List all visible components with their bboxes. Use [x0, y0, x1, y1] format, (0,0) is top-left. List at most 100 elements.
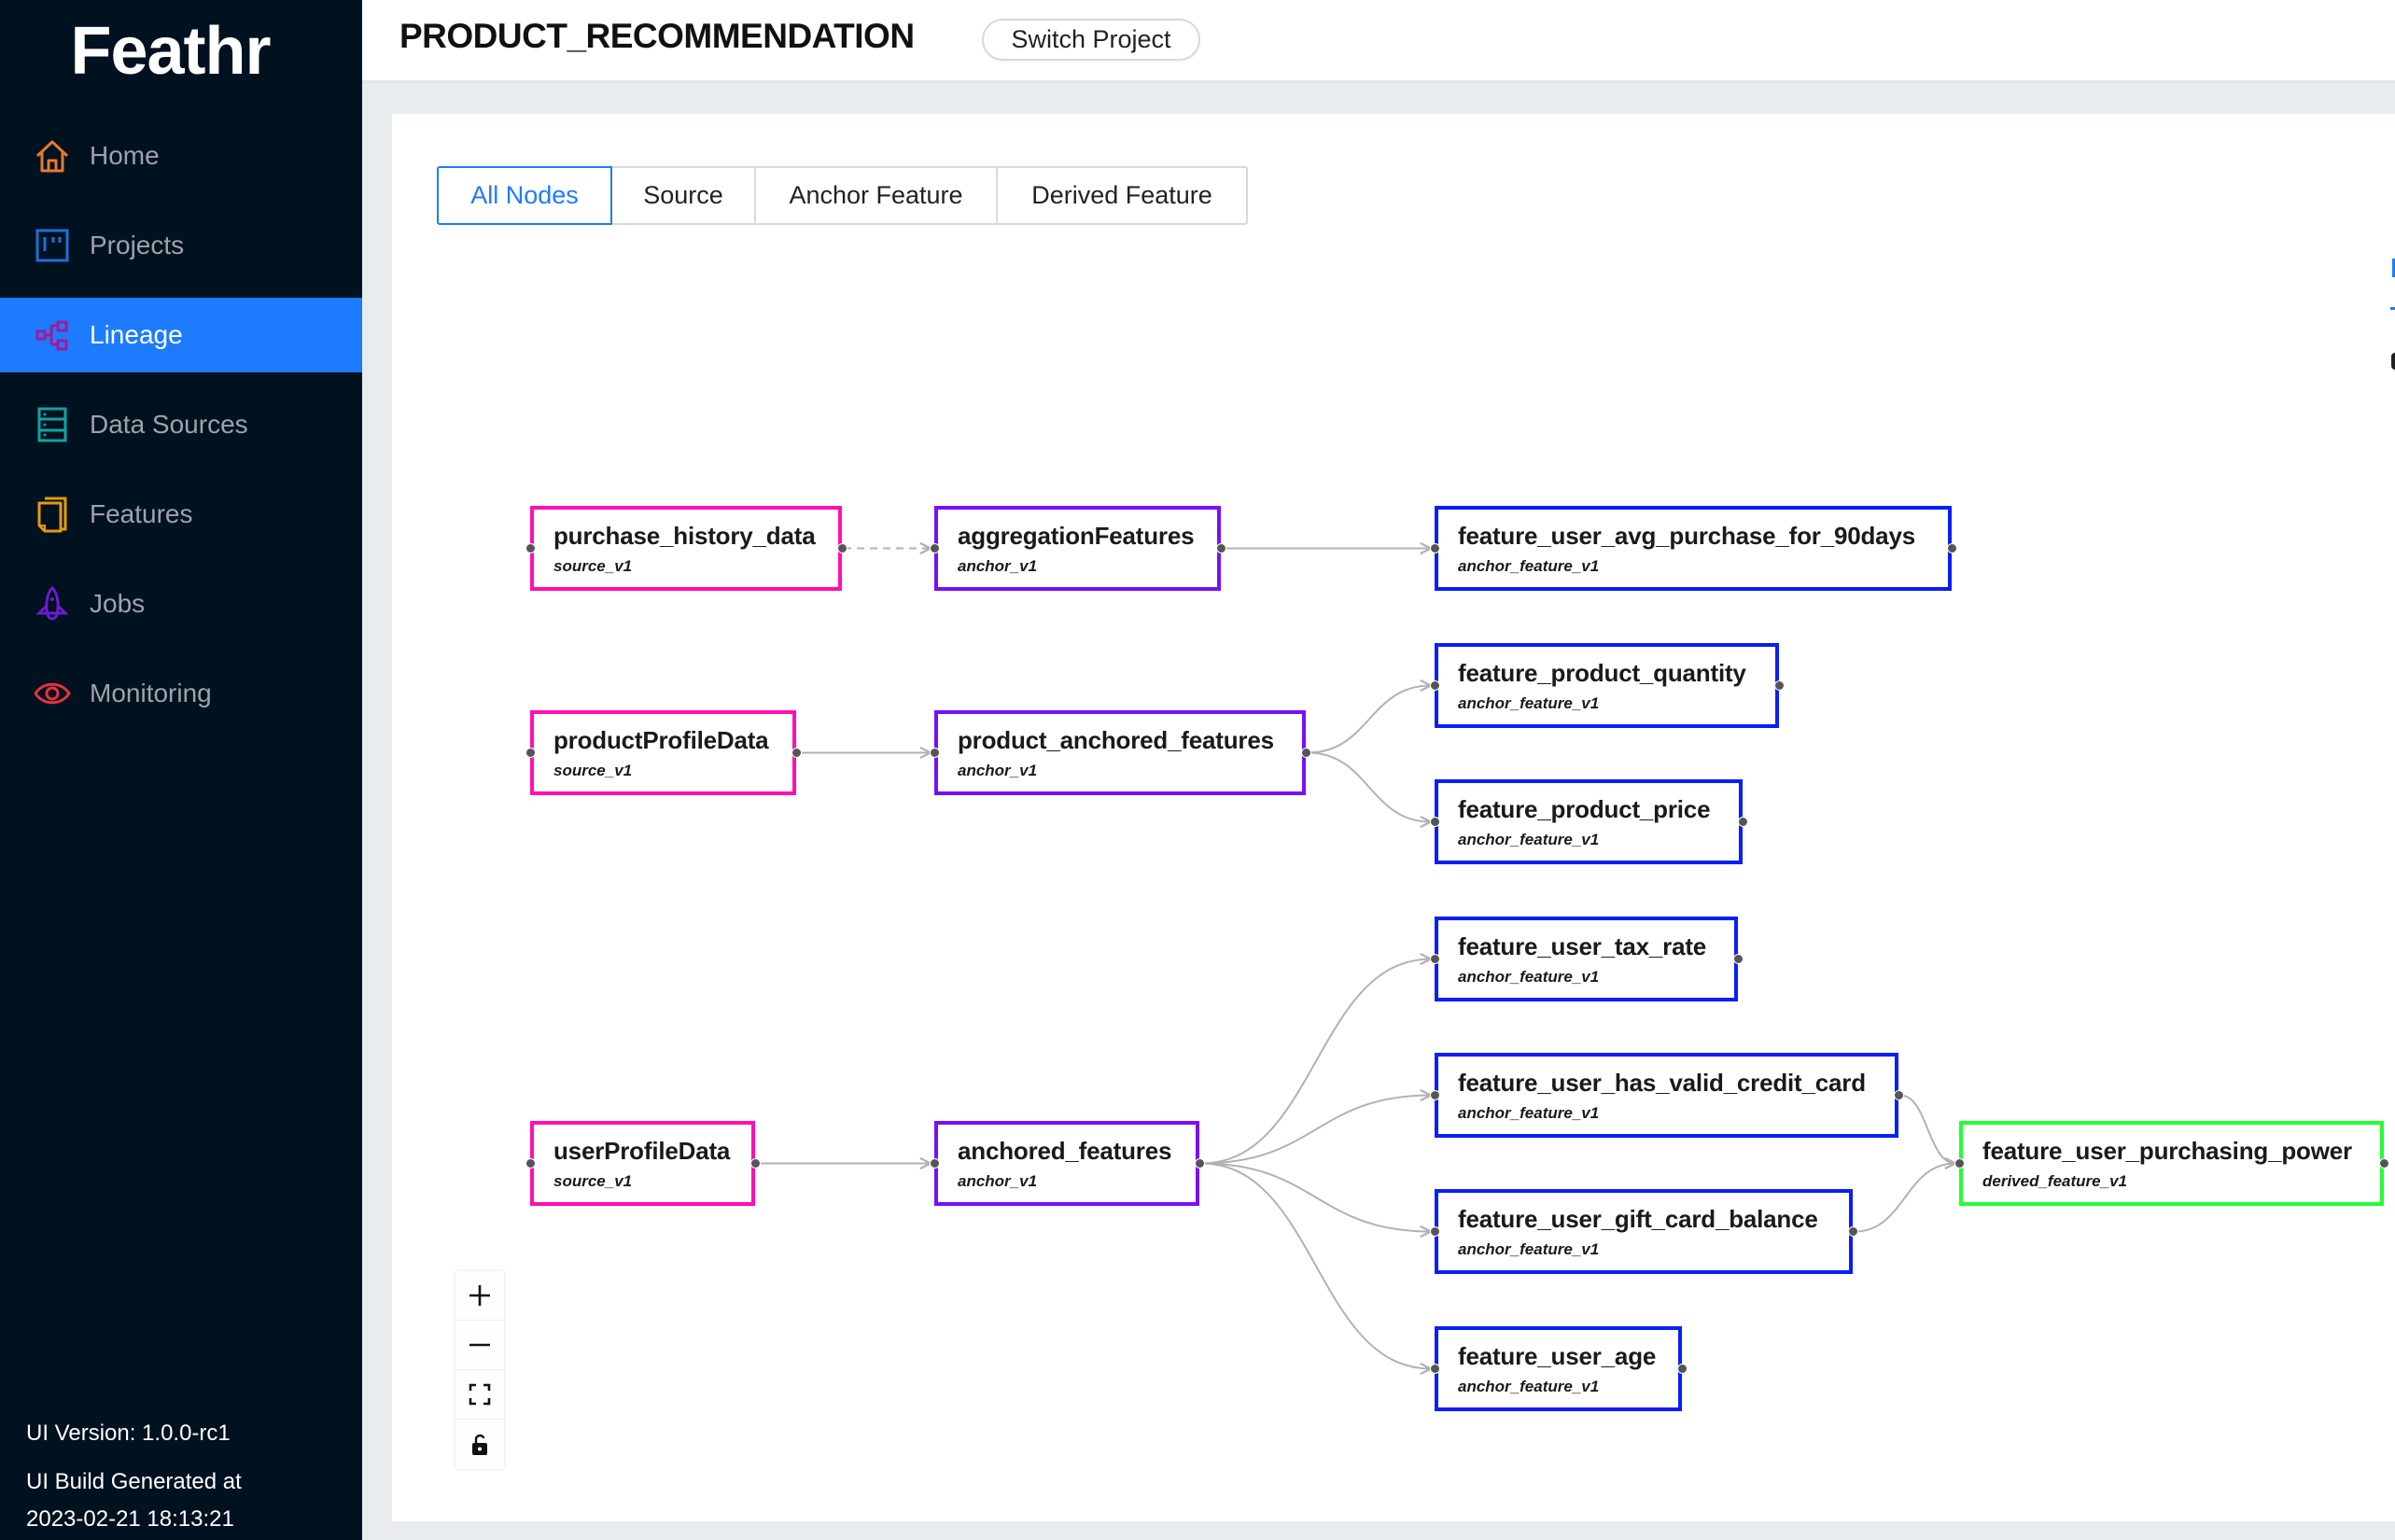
source-handle[interactable]: [1300, 748, 1311, 758]
source-handle[interactable]: [1732, 954, 1744, 964]
lineage-node-anchor-feature[interactable]: feature_user_gift_card_balance anchor_fea…: [1435, 1189, 1853, 1274]
sidebar-item-monitoring[interactable]: Monitoring: [0, 656, 362, 731]
node-version: source_v1: [553, 1172, 633, 1190]
node-title: feature_user_age: [1458, 1342, 1657, 1370]
node-title: feature_user_has_valid_credit_card: [1458, 1069, 1866, 1097]
lineage-node-source[interactable]: userProfileData source_v1: [530, 1121, 755, 1206]
lineage-node-anchor[interactable]: product_anchored_features anchor_v1: [934, 710, 1306, 795]
node-version: anchor_feature_v1: [1458, 694, 1600, 712]
lineage-node-anchor-feature[interactable]: feature_product_price anchor_feature_v1: [1435, 779, 1743, 864]
target-handle[interactable]: [1429, 1364, 1440, 1374]
node-version: anchor_feature_v1: [1458, 1104, 1600, 1122]
lineage-node-derived-feature[interactable]: feature_user_purchasing_power derived_fea…: [1959, 1121, 2384, 1206]
target-handle[interactable]: [525, 748, 536, 758]
node-version: anchor_feature_v1: [1458, 557, 1600, 575]
sidebar-item-jobs[interactable]: Jobs: [0, 567, 362, 641]
fit-view-button[interactable]: [455, 1370, 504, 1420]
sidebar-item-label: Lineage: [90, 320, 183, 349]
sidebar-item-data-sources[interactable]: Data Sources: [0, 387, 362, 462]
source-handle[interactable]: [749, 1158, 761, 1169]
node-version: anchor_v1: [958, 1172, 1038, 1190]
node-version: anchor_v1: [958, 762, 1038, 779]
sidebar-item-home[interactable]: Home: [0, 119, 362, 193]
copy-document-icon: [34, 496, 71, 533]
source-handle[interactable]: [1194, 1158, 1205, 1169]
sidebar-item-projects[interactable]: Projects: [0, 208, 362, 283]
build-label: UI Build Generated at: [26, 1469, 242, 1494]
lineage-node-anchor[interactable]: anchored_features anchor_v1: [934, 1121, 1199, 1206]
target-handle[interactable]: [929, 748, 940, 758]
header: PRODUCT_RECOMMENDATION Switch Project: [362, 0, 2395, 83]
lineage-node-anchor-feature[interactable]: feature_user_age anchor_feature_v1: [1435, 1326, 1682, 1411]
target-handle[interactable]: [1429, 680, 1440, 691]
lineage-node-source[interactable]: purchase_history_data source_v1: [530, 506, 842, 591]
tab-derived-feature[interactable]: Derived Feature: [996, 166, 1248, 225]
sidebar-item-label: Projects: [90, 231, 185, 259]
source-handle[interactable]: [836, 543, 847, 553]
node-version: anchor_feature_v1: [1458, 1240, 1600, 1258]
ui-version: UI Version: 1.0.0-rc1: [26, 1421, 231, 1446]
eye-icon: [34, 675, 71, 712]
tab-all-nodes[interactable]: All Nodes: [437, 166, 612, 225]
lineage-node-anchor-feature[interactable]: feature_product_quantity anchor_feature_v…: [1435, 643, 1779, 728]
plus-icon: [468, 1283, 492, 1308]
node-version: source_v1: [553, 762, 633, 779]
lineage-node-anchor-feature[interactable]: feature_user_has_valid_credit_cardanchor…: [1435, 1053, 1898, 1138]
node-type-filter: All Nodes Source Anchor Feature Derived Fea…: [437, 166, 1248, 225]
tab-source[interactable]: Source: [610, 166, 756, 225]
cut-off-text-fragment: [2391, 353, 2395, 370]
source-handle[interactable]: [1737, 817, 1748, 827]
target-handle[interactable]: [1429, 1090, 1440, 1100]
zoom-out-button[interactable]: [455, 1321, 504, 1370]
target-handle[interactable]: [929, 1158, 940, 1169]
lineage-node-source[interactable]: productProfileData source_v1: [530, 710, 796, 795]
build-time: 2023-02-21 18:13:21: [26, 1506, 234, 1532]
home-icon: [34, 137, 71, 175]
database-icon: [34, 406, 71, 443]
target-handle[interactable]: [1429, 1226, 1440, 1237]
node-title: aggregationFeatures: [958, 522, 1195, 550]
target-handle[interactable]: [525, 1158, 536, 1169]
node-title: product_anchored_features: [958, 726, 1274, 754]
source-handle[interactable]: [791, 748, 802, 758]
lineage-card: All Nodes Source Anchor Feature Derived Fea…: [392, 114, 2395, 1521]
node-version: derived_feature_v1: [1982, 1172, 2127, 1190]
target-handle[interactable]: [929, 543, 940, 553]
target-handle[interactable]: [1954, 1158, 1965, 1169]
lineage-node-anchor-feature[interactable]: feature_user_tax_rate anchor_feature_v1: [1435, 917, 1738, 1001]
sidebar-item-label: Monitoring: [90, 679, 212, 707]
source-handle[interactable]: [1847, 1226, 1858, 1237]
rocket-icon: [34, 585, 71, 623]
source-handle[interactable]: [2378, 1158, 2389, 1169]
lineage-node-anchor-feature[interactable]: feature_user_avg_purchase_for_90daysanch…: [1435, 506, 1952, 591]
zoom-in-button[interactable]: [455, 1271, 504, 1321]
node-title: feature_user_avg_purchase_for_90days: [1458, 522, 1915, 550]
fit-view-icon: [469, 1383, 491, 1406]
sidebar-item-features[interactable]: Features: [0, 477, 362, 552]
toggle-interactivity-button[interactable]: [455, 1420, 504, 1469]
source-handle[interactable]: [1773, 680, 1785, 691]
source-handle[interactable]: [1676, 1364, 1688, 1374]
switch-project-button[interactable]: Switch Project: [982, 19, 1200, 61]
node-title: feature_product_price: [1458, 795, 1711, 823]
graph-controls: [455, 1271, 504, 1469]
source-handle[interactable]: [1215, 543, 1226, 553]
target-handle[interactable]: [1429, 954, 1440, 964]
node-title: feature_user_purchasing_power: [1982, 1137, 2352, 1165]
lineage-node-anchor[interactable]: aggregationFeatures anchor_v1: [934, 506, 1221, 591]
node-title: feature_user_tax_rate: [1458, 932, 1707, 960]
target-handle[interactable]: [1429, 543, 1440, 553]
node-title: userProfileData: [553, 1137, 731, 1165]
projects-board-icon: [34, 227, 71, 264]
target-handle[interactable]: [1429, 817, 1440, 827]
node-version: source_v1: [553, 557, 633, 575]
feathr-logo[interactable]: Feathr: [0, 13, 341, 90]
source-handle[interactable]: [1946, 543, 1957, 553]
lineage-icon: [34, 316, 71, 354]
tab-anchor-feature[interactable]: Anchor Feature: [754, 166, 998, 225]
node-version: anchor_feature_v1: [1458, 968, 1600, 986]
source-handle[interactable]: [1893, 1090, 1904, 1100]
node-version: anchor_v1: [958, 557, 1038, 575]
sidebar-item-lineage[interactable]: Lineage: [0, 298, 362, 372]
target-handle[interactable]: [525, 543, 536, 553]
